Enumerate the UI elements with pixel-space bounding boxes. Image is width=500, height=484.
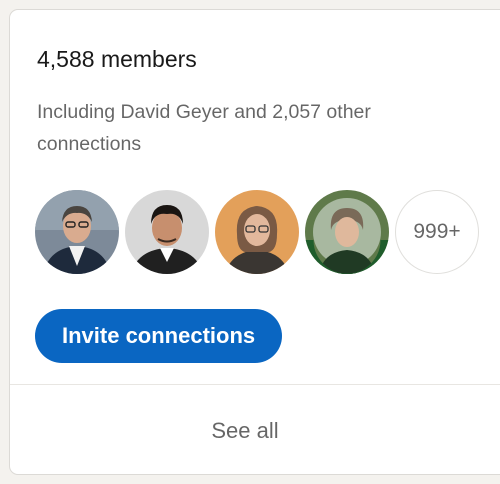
members-count[interactable]: 4,588 members — [37, 46, 197, 73]
connections-summary: Including David Geyer and 2,057 other co… — [37, 101, 371, 155]
more-members-count[interactable]: 999+ — [395, 190, 479, 274]
avatar[interactable] — [305, 190, 389, 274]
avatar[interactable] — [215, 190, 299, 274]
group-members-card: 4,588 members Including David Geyer and … — [9, 9, 500, 475]
member-avatars: 999+ — [35, 189, 479, 275]
avatar[interactable] — [35, 190, 119, 274]
invite-connections-button[interactable]: Invite connections — [35, 309, 283, 363]
avatar[interactable] — [125, 190, 209, 274]
see-all-button[interactable]: See all — [10, 385, 500, 474]
